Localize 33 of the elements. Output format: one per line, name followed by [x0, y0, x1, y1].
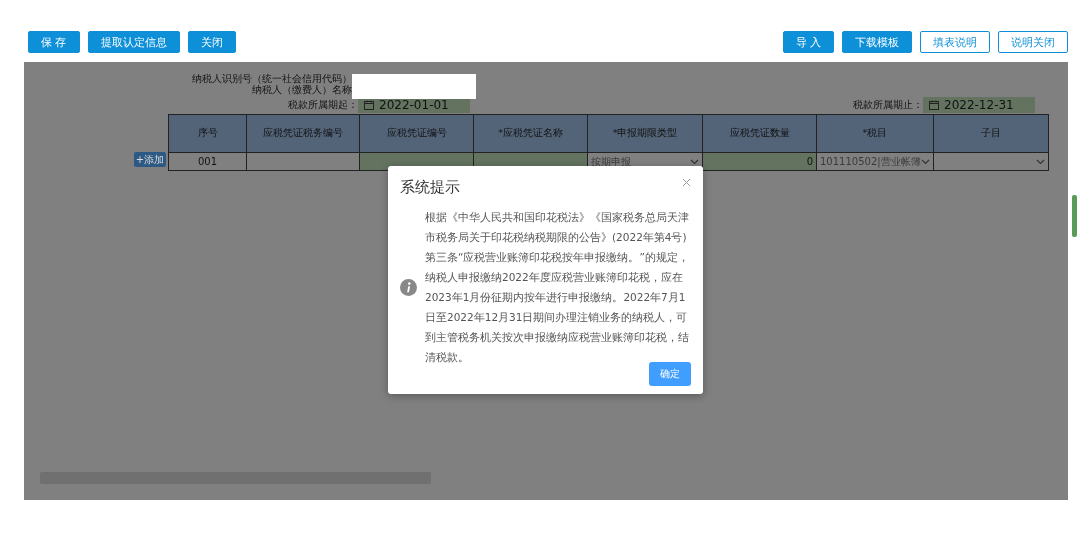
- column-header: *应税凭证名称: [473, 114, 588, 153]
- caret-icon: [690, 158, 699, 165]
- column-header: 应税凭证编号: [359, 114, 474, 153]
- caret-icon: [1035, 158, 1045, 165]
- column-header: 序号: [168, 114, 247, 153]
- field-label: 税款所属期止：: [852, 98, 923, 112]
- toolbar-button[interactable]: 导 入: [782, 31, 834, 53]
- scrollbar[interactable]: [1072, 195, 1077, 237]
- column-header: 应税凭证数量: [702, 114, 817, 153]
- close-icon[interactable]: [682, 178, 691, 187]
- calendar-icon: [364, 100, 374, 110]
- confirm-button[interactable]: 确定: [649, 362, 691, 386]
- toolbar-button[interactable]: 说明关闭: [998, 31, 1068, 53]
- column-header: *税目: [816, 114, 934, 153]
- date-field[interactable]: 2022-12-31: [923, 97, 1035, 113]
- calendar-icon: [929, 100, 939, 110]
- input-field[interactable]: 0: [703, 153, 816, 170]
- toolbar-button[interactable]: 下载模板: [842, 31, 912, 53]
- column-header: 子目: [933, 114, 1049, 153]
- dialog-title: 系统提示: [400, 178, 461, 197]
- field-label: 纳税人（缴费人）名称: [251, 84, 352, 97]
- column-header: 应税凭证税务编号: [246, 114, 360, 153]
- info-icon: [400, 278, 417, 296]
- column-header: *申报期限类型: [587, 114, 703, 153]
- toolbar-button[interactable]: 提取认定信息: [87, 31, 180, 53]
- dialog-message: 根据《中华人民共和国印花税法》《国家税务总局天津市税务局关于印花税纳税期限的公告》(2022年第4号)第三条“应税营业账簿印花税按年申报缴纳。”的规定，纳税人申报缴纳2022年度应税营业账簿印花税，应在2023年1月份征期内按年进行申报缴纳。2022年7月1日至2022年12月31日期间办理注销业务的纳税人，可到主管税务机关按次申报缴纳应税营业账簿印花税，结清税款。: [425, 210, 690, 365]
- toolbar-button[interactable]: 关闭: [187, 31, 236, 53]
- table-cell-text: 001: [196, 155, 219, 169]
- toolbar-button[interactable]: 填表说明: [920, 31, 990, 53]
- toolbar-button[interactable]: 保 存: [28, 31, 80, 53]
- add-button[interactable]: +添加: [134, 152, 166, 167]
- field-label: 税款所属期起：: [287, 98, 358, 112]
- caret-icon: [920, 158, 930, 165]
